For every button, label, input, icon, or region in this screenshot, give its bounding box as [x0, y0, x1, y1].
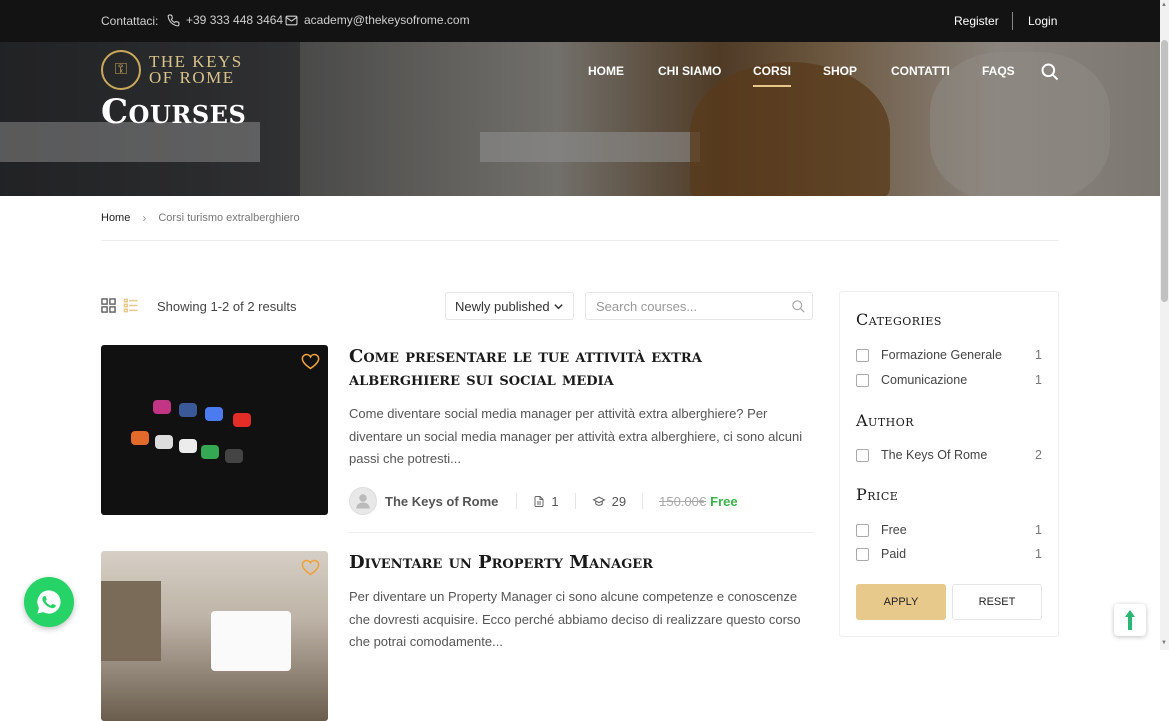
phone-number: +39 333 448 3464 [186, 13, 284, 27]
whatsapp-icon [37, 590, 61, 614]
breadcrumb: Home › Corsi turismo extralberghiero [101, 211, 300, 225]
filter-price-paid[interactable]: Paid 1 [856, 546, 1042, 562]
filter-label: The Keys Of Rome [881, 448, 988, 462]
price-heading: Price [856, 485, 899, 504]
main-nav: HOME CHI SIAMO CORSI SHOP CONTATTI FAQS [0, 62, 1160, 88]
sort-select[interactable]: Newly published [445, 292, 574, 320]
filter-label: Free [881, 523, 907, 537]
filter-count: 1 [1035, 348, 1042, 362]
nav-home[interactable]: HOME [588, 64, 624, 78]
nav-chi-siamo[interactable]: CHI SIAMO [658, 64, 721, 78]
nav-faqs[interactable]: FAQS [982, 64, 1015, 78]
course-thumbnail[interactable] [101, 345, 328, 515]
filter-sidebar: Categories Formazione Generale 1 Comunic… [839, 291, 1059, 637]
meta-separator [642, 493, 644, 509]
course-meta: The Keys of Rome 1 29 150.00€ Free [349, 487, 813, 515]
heart-icon[interactable] [301, 559, 320, 576]
apply-filters-button[interactable]: APPLY [856, 584, 946, 620]
course-title[interactable]: Diventare un Property Manager [349, 551, 789, 574]
lesson-count-value: 1 [551, 493, 559, 509]
filter-category-comunicazione[interactable]: Comunicazione 1 [856, 372, 1042, 388]
document-icon [534, 495, 544, 507]
course-excerpt: Per diventare un Property Manager ci son… [349, 589, 801, 649]
course-price: Free [710, 493, 738, 509]
categories-heading: Categories [856, 310, 942, 329]
course-thumbnail[interactable] [101, 551, 328, 721]
student-count: 29 [592, 494, 626, 509]
page-title: Courses [101, 92, 247, 132]
course-divider [349, 532, 813, 533]
course-toolbar: Showing 1-2 of 2 results Newly published [101, 292, 813, 320]
top-bar: Contattaci: +39 333 448 3464 academy@the… [0, 0, 1160, 42]
filter-count: 1 [1035, 373, 1042, 387]
avatar [349, 487, 377, 515]
arrow-up-icon [1125, 610, 1135, 630]
breadcrumb-divider [101, 240, 1059, 241]
email-address: academy@thekeysofrome.com [304, 13, 470, 27]
course-title[interactable]: Come presentare le tue attività extra al… [349, 345, 789, 391]
checkbox[interactable] [856, 448, 869, 462]
filter-count: 1 [1035, 547, 1042, 561]
course-card: Come presentare le tue attività extra al… [101, 345, 813, 535]
user-icon [356, 494, 370, 509]
course-excerpt: Come diventare social media manager per … [349, 406, 803, 466]
course-search-input[interactable] [586, 293, 776, 319]
chevron-right-icon: › [142, 211, 147, 225]
original-price: 150.00€ [659, 493, 707, 509]
phone-link[interactable]: +39 333 448 3464 [167, 13, 283, 27]
phone-icon [167, 14, 180, 26]
register-link[interactable]: Register [954, 14, 999, 28]
chevron-down-icon [554, 303, 563, 309]
heart-icon[interactable] [301, 353, 320, 370]
search-icon[interactable] [791, 299, 806, 314]
lesson-count: 1 [533, 493, 559, 509]
checkbox[interactable] [856, 373, 869, 387]
course-search [585, 292, 813, 320]
reset-filters-button[interactable]: RESET [952, 584, 1042, 620]
filter-count: 2 [1035, 448, 1042, 462]
filter-label: Comunicazione [881, 373, 968, 387]
breadcrumb-home[interactable]: Home [101, 212, 130, 224]
page-scrollbar[interactable]: ▲ ▼ [1160, 0, 1169, 650]
email-link[interactable]: academy@thekeysofrome.com [285, 13, 470, 27]
graduation-cap-icon [592, 496, 606, 506]
sort-selected-value: Newly published [455, 298, 550, 314]
filter-count: 1 [1035, 523, 1042, 537]
breadcrumb-current: Corsi turismo extralberghiero [158, 212, 300, 224]
checkbox[interactable] [856, 523, 869, 537]
topbar-separator [1012, 12, 1013, 30]
whatsapp-button[interactable] [24, 577, 74, 627]
student-count-value: 29 [611, 493, 627, 509]
filter-label: Paid [881, 547, 907, 561]
meta-separator [574, 493, 576, 509]
filter-label: Formazione Generale [881, 348, 1002, 362]
meta-separator [516, 493, 518, 509]
scrollbar-thumb[interactable] [1161, 40, 1168, 302]
author-heading: Author [856, 411, 915, 430]
nav-corsi[interactable]: CORSI [753, 64, 792, 87]
results-count: Showing 1-2 of 2 results [157, 299, 297, 314]
nav-shop[interactable]: SHOP [823, 64, 857, 78]
contact-label: Contattaci: [101, 14, 159, 28]
course-card: Diventare un Property Manager Per divent… [101, 551, 813, 721]
course-author[interactable]: The Keys of Rome [385, 494, 498, 509]
grid-view-icon[interactable] [101, 298, 116, 313]
checkbox[interactable] [856, 547, 869, 561]
search-icon[interactable] [1040, 62, 1060, 82]
login-link[interactable]: Login [1028, 14, 1057, 28]
filter-price-free[interactable]: Free 1 [856, 522, 1042, 538]
scroll-down-icon[interactable]: ▼ [1161, 640, 1167, 646]
list-view-icon[interactable] [123, 298, 139, 313]
filter-category-formazione-generale[interactable]: Formazione Generale 1 [856, 347, 1042, 363]
nav-contatti[interactable]: CONTATTI [891, 64, 950, 78]
checkbox[interactable] [856, 348, 869, 362]
back-to-top-button[interactable] [1114, 604, 1146, 636]
mail-icon [285, 15, 298, 25]
scroll-up-icon[interactable]: ▲ [1161, 2, 1167, 8]
filter-author-the-keys-of-rome[interactable]: The Keys Of Rome 2 [856, 447, 1042, 463]
